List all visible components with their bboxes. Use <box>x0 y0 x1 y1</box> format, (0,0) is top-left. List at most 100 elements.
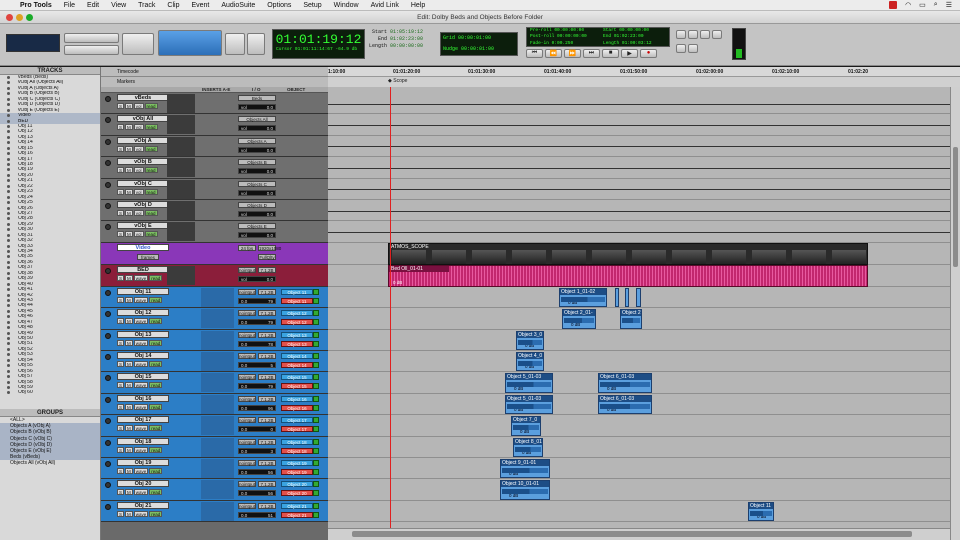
volume-display[interactable]: vol 0.0 <box>238 104 276 110</box>
track-name[interactable]: Obj 17 <box>117 416 169 424</box>
visibility-dot-icon[interactable] <box>7 195 10 199</box>
bed-lane[interactable]: Bed Oll_01-01 0 dB <box>328 264 950 287</box>
io-output[interactable]: Objects All <box>238 116 276 123</box>
track-record-enable-icon[interactable] <box>105 461 111 467</box>
solo-button[interactable]: S <box>117 510 125 517</box>
groups-panel-title[interactable]: GROUPS <box>0 409 100 417</box>
video-lane[interactable]: ATMOS_SCOPE <box>328 242 950 265</box>
automation-mode[interactable]: read <box>149 382 163 389</box>
automation-mode[interactable]: read <box>149 274 163 281</box>
track-record-enable-icon[interactable] <box>105 418 111 425</box>
automation-mode[interactable]: read <box>149 318 163 325</box>
track-record-enable-icon[interactable] <box>105 160 111 167</box>
insert-slots[interactable] <box>201 416 234 436</box>
audio-clip[interactable]: Object 6_01-03 0 dB <box>598 394 652 415</box>
visibility-dot-icon[interactable] <box>7 309 10 313</box>
object-mode-icon[interactable] <box>313 297 319 304</box>
track-name[interactable]: Obj 11 <box>117 287 169 295</box>
object-output-button[interactable]: Object 17 <box>281 426 313 433</box>
io-input[interactable]: nointput <box>238 460 256 466</box>
io-output[interactable]: 7.1.2B <box>258 288 276 295</box>
visibility-dot-icon[interactable] <box>7 304 10 308</box>
audio-clip[interactable] <box>615 287 619 308</box>
search-icon[interactable]: ⌕ <box>934 1 938 9</box>
object-output-button[interactable]: Object 18 <box>281 447 313 454</box>
object-output-button[interactable]: Object 14 <box>281 362 313 368</box>
volume-display[interactable]: 0.0 79 <box>238 319 276 326</box>
visibility-dot-icon[interactable] <box>7 364 10 368</box>
io-output[interactable]: 7.1.2B <box>258 460 276 466</box>
object-assign-button[interactable]: Object 14 <box>281 353 313 359</box>
mute-button[interactable]: M <box>125 231 133 238</box>
visibility-dot-icon[interactable] <box>7 347 10 351</box>
solo-button[interactable]: S <box>117 210 125 216</box>
visibility-dot-icon[interactable] <box>7 135 10 139</box>
audio-clip[interactable]: Object 4_0 0 dB <box>516 352 544 372</box>
automation-mode[interactable]: read <box>144 210 158 216</box>
solo-button[interactable]: S <box>117 468 125 474</box>
object-output-button[interactable]: Object 11 <box>281 297 313 304</box>
grid-value[interactable]: 00:00:01:00 <box>458 35 491 41</box>
sel-start[interactable]: 01:05:19:12 <box>390 29 423 35</box>
object-enable-icon[interactable] <box>313 438 319 445</box>
object-lane[interactable]: Object 11 0 dB <box>328 501 950 523</box>
solo-button[interactable]: S <box>117 403 125 410</box>
tr-end[interactable]: 01:02:23:00 <box>614 34 644 39</box>
io-output[interactable]: 7.1.2B <box>258 353 276 359</box>
object-enable-icon[interactable] <box>313 481 319 488</box>
mute-button[interactable]: M <box>125 210 133 216</box>
trim-tool-button[interactable] <box>122 33 154 55</box>
io-input[interactable]: nointput <box>238 353 256 359</box>
volume-display[interactable]: 0.0 51 <box>238 511 276 518</box>
mute-button[interactable]: M <box>125 296 133 303</box>
groups-list-item[interactable]: Objects All (vObj All) <box>0 460 100 466</box>
visibility-dot-icon[interactable] <box>7 250 10 253</box>
video-rate[interactable]: 24 fps <box>238 244 256 251</box>
object-assign-button[interactable]: Object 13 <box>281 331 313 338</box>
object-enable-icon[interactable] <box>313 288 319 295</box>
visibility-dot-icon[interactable] <box>7 315 10 319</box>
visibility-dot-icon[interactable] <box>7 108 10 112</box>
mute-button[interactable]: M <box>125 103 133 109</box>
object-lane[interactable]: Object 1_01-02 0 dB <box>328 287 950 309</box>
mute-button[interactable]: M <box>125 446 133 453</box>
object-lane[interactable]: Object 5_01-03 0 dB Object 6_01-03 0 dB <box>328 394 950 416</box>
object-mode-icon[interactable] <box>313 404 319 411</box>
insert-slots[interactable] <box>201 394 234 414</box>
object-output-button[interactable]: Object 16 <box>281 404 313 411</box>
vca-lane[interactable] <box>328 200 950 222</box>
tracks-list-item[interactable]: Obj 60 <box>0 390 100 395</box>
vca-lane[interactable] <box>328 136 950 158</box>
fast-forward-icon[interactable]: ⏩ <box>564 49 581 58</box>
tr-length[interactable]: 01:00:03:12 <box>622 41 652 46</box>
track-name[interactable]: Obj 15 <box>117 373 169 381</box>
view-selector[interactable]: vol <box>133 231 144 238</box>
object-lane[interactable]: Object 10_01-01 0 dB <box>328 479 950 501</box>
view-selector[interactable]: vol <box>133 145 144 152</box>
io-input[interactable]: nointput <box>238 417 256 424</box>
automation-mode[interactable]: read <box>144 188 158 195</box>
fadein-value[interactable]: 0:00.250 <box>552 41 574 46</box>
track-record-enable-icon[interactable] <box>105 396 111 403</box>
tr-start[interactable]: 00:00:00:00 <box>619 28 649 33</box>
menu-view[interactable]: View <box>111 2 126 9</box>
visibility-dot-icon[interactable] <box>7 103 10 107</box>
video-frames-view[interactable]: frames <box>137 253 159 260</box>
solo-button[interactable]: S <box>117 188 125 195</box>
solo-button[interactable]: S <box>117 318 125 325</box>
grid-nudge-panel[interactable]: Grid 00:00:01:00 Nudge 00:00:01:00 <box>440 32 518 56</box>
vertical-scroll-thumb[interactable] <box>953 147 958 267</box>
volume-display[interactable]: vol 0.0 <box>238 232 276 239</box>
mute-button[interactable]: M <box>125 274 133 281</box>
object-lane[interactable]: Object 2_01- 0 dB Object 2 <box>328 308 950 330</box>
object-enable-icon[interactable] <box>313 310 319 317</box>
solo-button[interactable]: S <box>117 425 125 432</box>
io-output[interactable]: 7.1.2B <box>258 481 276 488</box>
menu-help[interactable]: Help <box>411 2 425 9</box>
visibility-dot-icon[interactable] <box>7 320 10 324</box>
track-record-enable-icon[interactable] <box>105 354 111 360</box>
object-enable-icon[interactable] <box>313 460 319 466</box>
view-selector[interactable]: wave <box>133 489 149 496</box>
track-record-enable-icon[interactable] <box>105 138 111 145</box>
view-selector[interactable]: wave <box>133 296 149 303</box>
